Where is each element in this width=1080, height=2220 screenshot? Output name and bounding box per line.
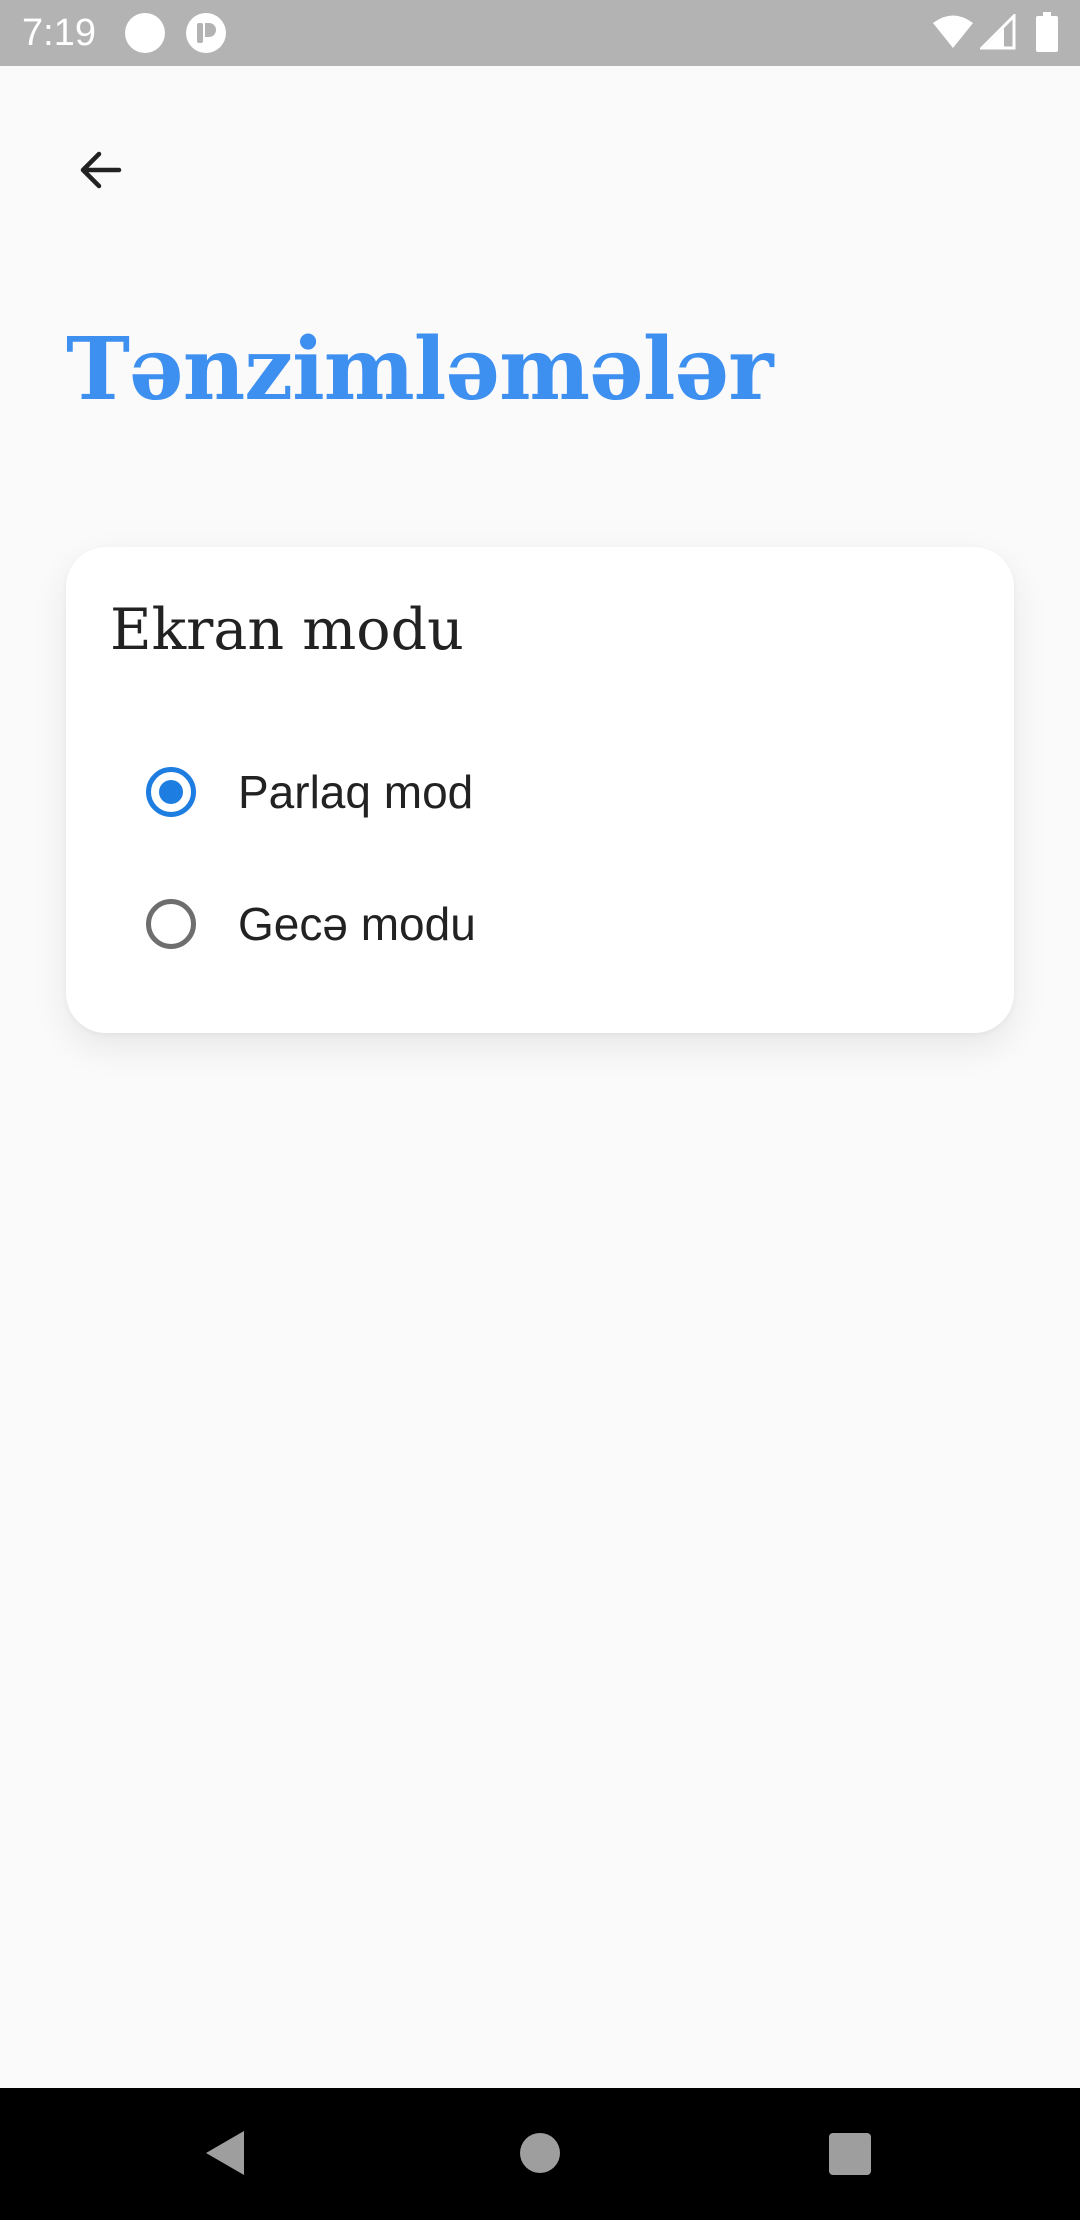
back-button[interactable] — [60, 130, 140, 210]
nav-back-icon[interactable] — [200, 2128, 250, 2178]
settings-screen: 7:19 Tənzimləmələr Ekran modu Parlaq mod… — [0, 0, 1080, 2220]
battery-icon — [1036, 12, 1058, 52]
card-title: Ekran modu — [110, 597, 464, 663]
radio-option-light-mode[interactable]: Parlaq mod — [146, 737, 966, 847]
display-mode-card: Ekran modu Parlaq mod Gecə modu — [66, 547, 1014, 1033]
radio-button-unselected-icon[interactable] — [146, 899, 196, 949]
signal-icon — [980, 14, 1016, 50]
page-title: Tənzimləmələr — [66, 319, 774, 420]
radio-button-selected-icon[interactable] — [146, 767, 196, 817]
status-bar: 7:19 — [0, 0, 1080, 66]
wifi-icon — [933, 15, 973, 48]
notification-dot-icon — [125, 13, 165, 53]
nav-recents-icon[interactable] — [829, 2133, 871, 2175]
status-time: 7:19 — [22, 12, 96, 54]
nav-home-icon[interactable] — [520, 2133, 560, 2173]
radio-label-light-mode: Parlaq mod — [238, 766, 474, 818]
app-notification-icon — [186, 13, 226, 53]
radio-label-night-mode: Gecə modu — [238, 898, 476, 950]
radio-option-night-mode[interactable]: Gecə modu — [146, 869, 966, 979]
arrow-back-icon — [80, 151, 122, 189]
navigation-bar — [0, 2088, 1080, 2220]
